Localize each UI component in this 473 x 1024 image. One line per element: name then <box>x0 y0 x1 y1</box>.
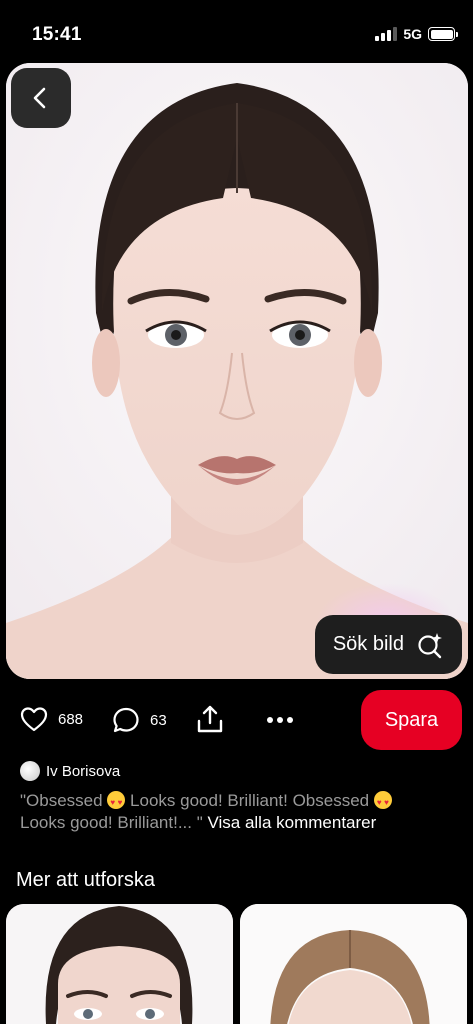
save-button[interactable]: Spara <box>361 690 462 750</box>
more-options-button[interactable] <box>266 716 294 724</box>
comment-preview: "Obsessed Looks good! Brilliant! Obsesse… <box>20 790 440 834</box>
comment-text-1: "Obsessed <box>20 791 108 810</box>
comment-text-3: Looks good! Brilliant!... " <box>20 813 208 832</box>
explore-pin-card[interactable] <box>240 904 467 1024</box>
network-type: 5G <box>403 26 422 42</box>
likes-count: 688 <box>58 710 84 728</box>
avatar <box>20 761 40 781</box>
author-name: Iv Borisova <box>46 762 121 780</box>
visual-search-icon <box>418 632 442 658</box>
heart-eyes-emoji-icon <box>373 791 392 814</box>
like-button[interactable]: 688 <box>20 706 83 732</box>
explore-pin-card[interactable] <box>6 904 233 1024</box>
pin-thumbnail <box>6 904 233 1024</box>
share-button[interactable] <box>196 704 224 734</box>
back-icon <box>33 87 46 109</box>
pin-image[interactable]: Sök bild <box>6 63 468 679</box>
comment-icon <box>113 707 139 733</box>
view-all-comments-link[interactable]: Visa alla kommentarer <box>207 813 376 832</box>
signal-icon <box>375 27 398 41</box>
share-icon <box>197 705 223 733</box>
pin-action-bar: 688 63 Spara <box>0 690 473 752</box>
status-bar: 15:41 5G <box>0 0 473 62</box>
visual-search-button[interactable]: Sök bild <box>314 615 462 674</box>
heart-eyes-emoji-icon <box>107 791 126 814</box>
comment-text-2: Looks good! Brilliant! Obsessed <box>125 791 374 810</box>
battery-icon <box>428 27 458 41</box>
status-time: 15:41 <box>32 24 82 45</box>
comment-button[interactable]: 63 <box>112 706 167 734</box>
heart-icon <box>20 707 48 732</box>
pin-thumbnail <box>240 904 467 1024</box>
comments-count: 63 <box>150 711 167 729</box>
status-indicators: 5G <box>375 26 458 42</box>
pin-author[interactable]: Iv Borisova <box>20 761 120 781</box>
more-icon <box>267 717 293 723</box>
visual-search-label: Sök bild <box>332 633 404 655</box>
back-button[interactable] <box>11 68 71 128</box>
section-title: Mer att utforska <box>16 869 155 891</box>
portrait-image <box>6 63 468 679</box>
